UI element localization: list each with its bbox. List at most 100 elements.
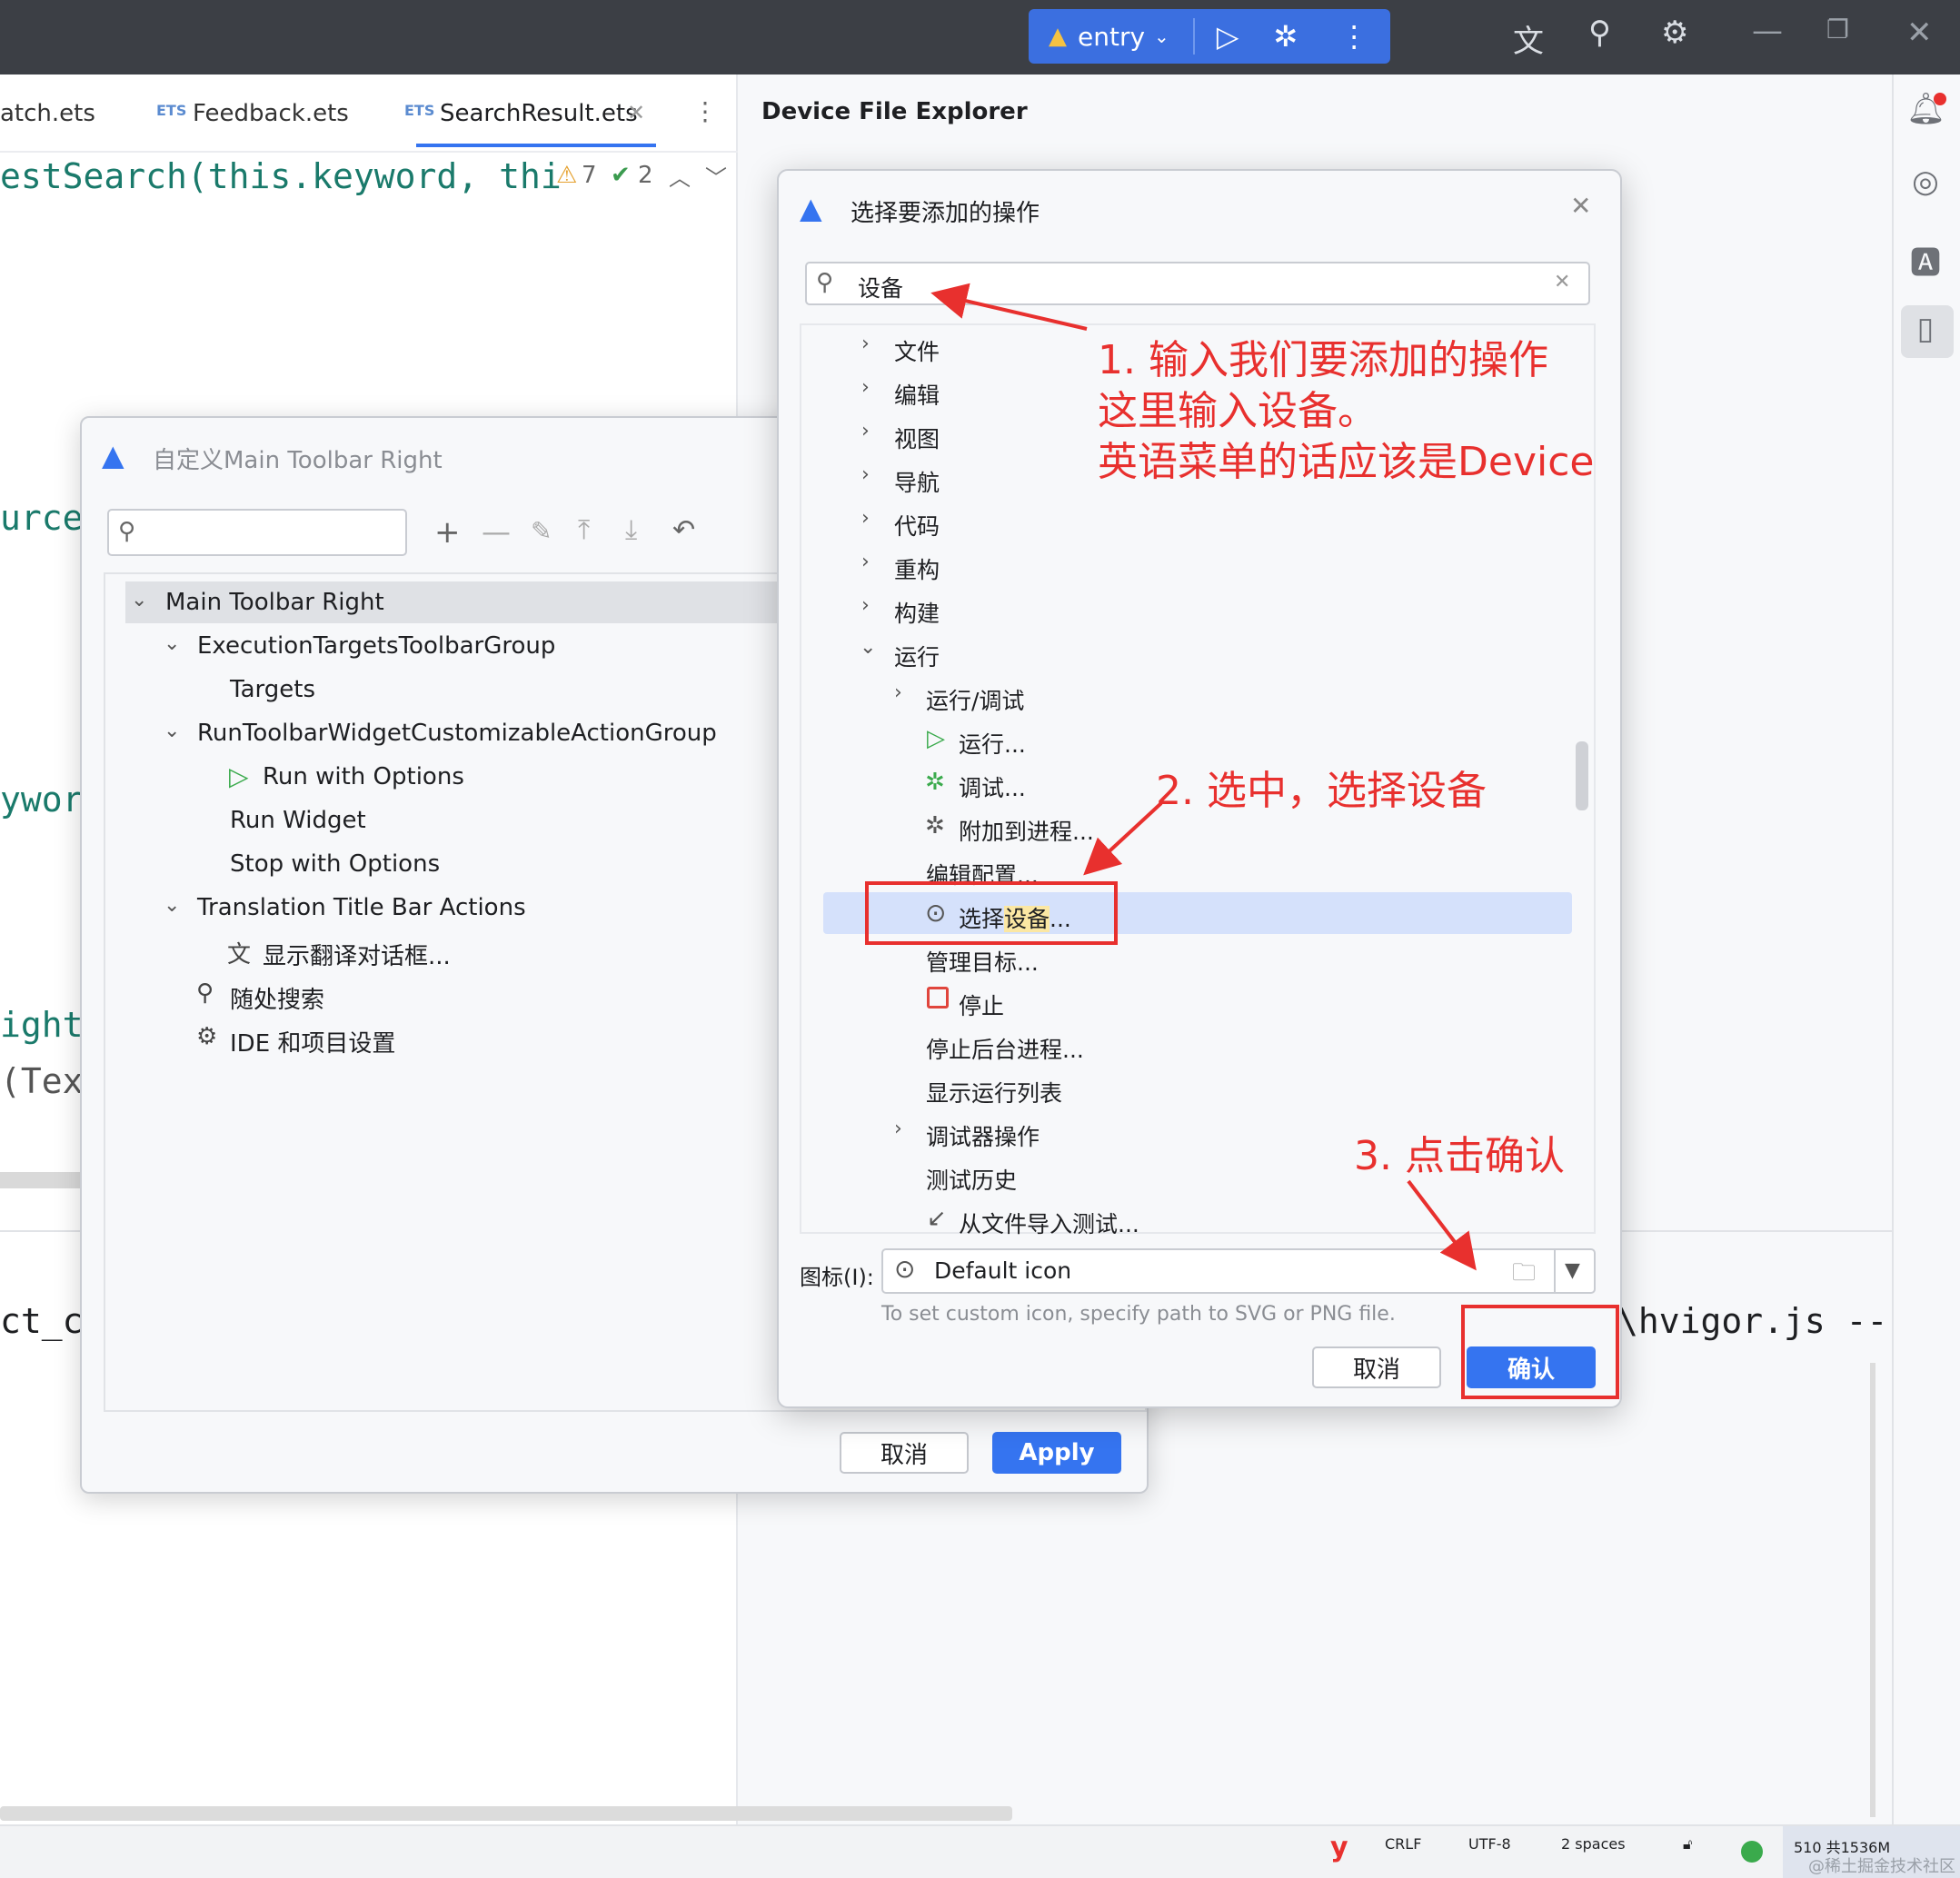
device-file-explorer-title: Device File Explorer — [761, 98, 1028, 125]
tree-item-test-history[interactable]: 测试历史 — [926, 1163, 1017, 1196]
move-up-icon[interactable]: ⤒ — [578, 514, 590, 546]
run-icon[interactable]: ▷ — [1217, 19, 1239, 54]
chevron-right-icon[interactable]: › — [894, 1118, 902, 1140]
tabs-more-icon[interactable]: ⋮ — [692, 96, 718, 126]
more-icon[interactable]: ⋮ — [1339, 19, 1368, 54]
translate-icon[interactable]: 文 — [1513, 16, 1544, 61]
dropdown-arrow-icon[interactable]: ▼ — [1565, 1259, 1580, 1282]
remove-icon[interactable]: — — [482, 514, 511, 549]
indent-setting[interactable]: 2 spaces — [1561, 1835, 1626, 1853]
tree-item[interactable]: IDE 和项目设置 — [230, 1025, 395, 1058]
tree-item-manage-targets[interactable]: 管理目标... — [926, 945, 1039, 978]
edit-icon[interactable]: ✎ — [531, 516, 552, 546]
icon-path-value[interactable]: Default icon — [934, 1257, 1071, 1284]
tree-item-build[interactable]: 构建 — [894, 596, 940, 629]
cancel-button[interactable]: 取消 — [1312, 1346, 1441, 1388]
chevron-right-icon[interactable]: › — [861, 507, 870, 530]
phone-icon[interactable]: ▯ — [1906, 311, 1945, 349]
tree-item-debugger-actions[interactable]: 调试器操作 — [926, 1119, 1040, 1152]
cancel-button[interactable]: 取消 — [840, 1432, 969, 1474]
warning-icon: ⚠ — [556, 162, 578, 189]
tree-item-edit[interactable]: 编辑 — [894, 378, 940, 411]
chevron-down-icon[interactable]: ⌄ — [164, 720, 180, 742]
chevron-down-icon[interactable]: ⌄ — [1154, 25, 1169, 47]
tab-feedback[interactable]: Feedback.ets — [193, 100, 349, 127]
chevron-right-icon[interactable]: › — [861, 420, 870, 442]
chevron-down-icon[interactable]: ﹀ — [705, 160, 727, 192]
clear-search-icon[interactable]: ✕ — [1554, 271, 1570, 293]
gear-icon[interactable]: ⚙ — [1661, 15, 1688, 51]
tree-item[interactable]: ExecutionTargetsToolbarGroup — [197, 632, 555, 660]
tree-item-debug-action[interactable]: 调试... — [959, 770, 1026, 803]
restore-icon[interactable]: ❐ — [1826, 15, 1849, 45]
search-icon: ⚲ — [196, 979, 214, 1007]
annotation-step-1-line-3: 英语菜单的话应该是Device — [1098, 439, 1595, 485]
lock-icon[interactable]: 🔓︎ — [1683, 1835, 1692, 1853]
dropdown-divider — [1554, 1250, 1556, 1292]
move-down-icon[interactable]: ⤓ — [625, 514, 637, 546]
tree-item-stop[interactable]: 停止 — [959, 989, 1004, 1021]
chevron-down-icon[interactable]: ⌄ — [860, 636, 876, 659]
apply-button[interactable]: Apply — [992, 1432, 1121, 1474]
search-icon[interactable]: ⚲ — [1588, 15, 1611, 51]
tree-item[interactable]: Stop with Options — [230, 850, 440, 878]
file-encoding[interactable]: UTF-8 — [1468, 1835, 1511, 1853]
action-search-input[interactable] — [805, 262, 1590, 305]
tree-item[interactable]: 显示翻译对话框... — [263, 938, 451, 971]
chevron-right-icon[interactable]: › — [861, 551, 870, 573]
tree-item-run[interactable]: 运行 — [894, 640, 940, 672]
tree-item-code[interactable]: 代码 — [894, 509, 940, 542]
tree-item-show-running[interactable]: 显示运行列表 — [926, 1076, 1062, 1108]
vertical-scrollbar[interactable] — [1870, 1363, 1875, 1817]
tree-item-files[interactable]: 文件 — [894, 334, 940, 367]
annotation-step-1: 1. 输入我们要添加的操作 — [1098, 337, 1548, 383]
chevron-right-icon[interactable]: › — [894, 681, 902, 704]
tree-item-stop-background[interactable]: 停止后台进程... — [926, 1032, 1084, 1065]
search-value[interactable]: 设备 — [858, 271, 903, 303]
tree-item-import-tests[interactable]: 从文件导入测试... — [959, 1207, 1139, 1239]
tree-item-navigate[interactable]: 导航 — [894, 465, 940, 498]
run-config-label[interactable]: entry — [1078, 22, 1145, 52]
tree-item-view[interactable]: 视图 — [894, 422, 940, 454]
highlight-box-confirm — [1461, 1305, 1619, 1399]
chevron-right-icon[interactable]: › — [861, 333, 870, 355]
device-manager-icon[interactable]: ◎ — [1906, 164, 1945, 202]
chevron-right-icon[interactable]: › — [861, 463, 870, 486]
tab-close-icon[interactable]: ✕ — [627, 100, 645, 125]
tree-item-run-debug[interactable]: 运行/调试 — [926, 683, 1024, 716]
chevron-down-icon[interactable]: ⌄ — [164, 894, 180, 917]
resource-icon[interactable]: 🅰︎ — [1906, 238, 1945, 282]
tree-item-run-action[interactable]: 运行... — [959, 727, 1026, 760]
chevron-down-icon[interactable]: ⌄ — [164, 632, 180, 655]
run-widget[interactable]: ▲ entry ⌄ ▷ ✲ ⋮ — [1029, 9, 1390, 64]
horizontal-scrollbar[interactable] — [0, 1806, 1012, 1821]
tree-scrollbar[interactable] — [1576, 741, 1588, 810]
line-separator[interactable]: CRLF — [1385, 1835, 1421, 1853]
restore-icon[interactable]: ↶ — [672, 514, 695, 546]
watermark: @稀土掘金技术社区 — [1808, 1857, 1955, 1876]
folder-icon[interactable]: 🗀︎ — [1512, 1256, 1536, 1296]
chevron-up-icon[interactable]: ︿ — [669, 160, 691, 192]
code-fragment: ight — [0, 1005, 84, 1045]
tree-item[interactable]: RunToolbarWidgetCustomizableActionGroup — [197, 720, 717, 747]
tree-item[interactable]: Targets — [230, 676, 315, 703]
close-icon[interactable]: ✕ — [1570, 191, 1591, 221]
tab-watch[interactable]: atch.ets — [0, 100, 95, 127]
tree-item[interactable]: Translation Title Bar Actions — [197, 894, 526, 921]
tree-item[interactable]: Run with Options — [263, 763, 464, 790]
tree-item-attach[interactable]: 附加到进程... — [959, 814, 1094, 847]
debug-icon[interactable]: ✲ — [1273, 19, 1298, 54]
tree-item[interactable]: Main Toolbar Right — [165, 589, 384, 616]
add-icon[interactable]: + — [434, 514, 461, 551]
tree-item[interactable]: 随处搜索 — [230, 981, 324, 1015]
search-input[interactable] — [107, 509, 407, 556]
tab-search-result[interactable]: SearchResult.ets — [440, 100, 638, 127]
tree-item-refactor[interactable]: 重构 — [894, 552, 940, 585]
chevron-down-icon[interactable]: ⌄ — [131, 589, 147, 611]
chevron-right-icon[interactable]: › — [861, 594, 870, 617]
minimize-icon[interactable]: — — [1752, 13, 1783, 49]
chevron-right-icon[interactable]: › — [861, 376, 870, 399]
check-icon: ✔ — [611, 162, 631, 189]
tree-item[interactable]: Run Widget — [230, 807, 366, 834]
close-icon[interactable]: ✕ — [1906, 15, 1933, 51]
